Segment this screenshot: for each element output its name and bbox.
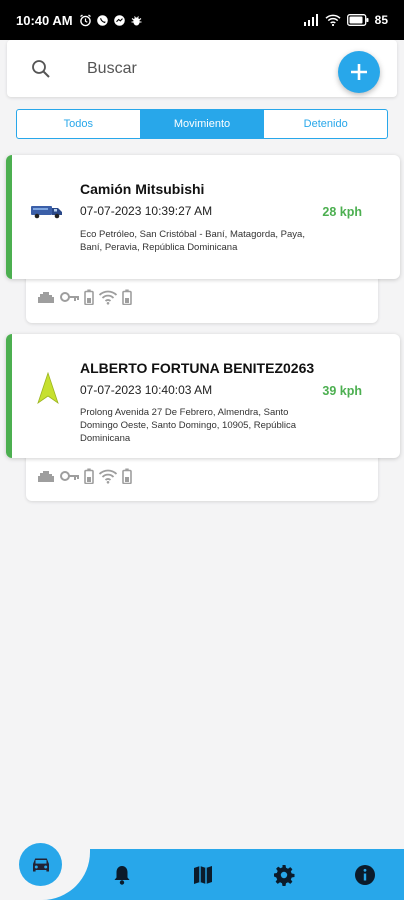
- wifi-status-icon: [325, 14, 341, 26]
- key-icon: [60, 469, 80, 488]
- wifi-icon: [98, 468, 118, 489]
- vehicle-name: Camión Mitsubishi: [80, 181, 205, 197]
- alarm-icon: [79, 13, 91, 26]
- status-bar: 10:40 AM 85: [0, 0, 404, 40]
- nav-map-button[interactable]: [191, 863, 215, 887]
- navigation-arrow-icon: [36, 371, 60, 409]
- battery-icon: [84, 468, 94, 489]
- bell-icon: [114, 866, 130, 885]
- vehicle-speed: 28 kph: [322, 205, 362, 219]
- wifi-icon: [98, 289, 118, 310]
- truck-icon: [30, 203, 64, 224]
- status-time: 10:40 AM: [16, 12, 73, 28]
- status-icons-row: [36, 468, 132, 489]
- tab-movimiento[interactable]: Movimiento: [139, 110, 264, 138]
- engine-icon: [36, 289, 56, 310]
- vehicle-name: ALBERTO FORTUNA BENITEZ0263: [80, 360, 315, 376]
- key-icon: [60, 290, 80, 309]
- nav-info-button[interactable]: [353, 863, 377, 887]
- nav-alerts-button[interactable]: [110, 863, 134, 887]
- vehicle-datetime: 07-07-2023 10:39:27 AM: [80, 204, 213, 218]
- battery-percentage: 85: [374, 13, 388, 27]
- info-icon: [355, 865, 375, 885]
- messenger-icon: [113, 14, 125, 26]
- battery-status-icon: [346, 14, 369, 26]
- gear-icon: [274, 865, 295, 886]
- vehicle-card-1[interactable]: Camión Mitsubishi 07-07-2023 10:39:27 AM…: [6, 155, 400, 279]
- status-left-icons: [79, 13, 143, 27]
- status-icons-row: [36, 289, 132, 310]
- tab-detenido[interactable]: Detenido: [263, 110, 387, 138]
- car-icon: [32, 858, 49, 871]
- status-right: 85: [303, 13, 388, 27]
- moving-indicator: [6, 334, 12, 458]
- search-input[interactable]: [87, 58, 327, 80]
- battery-small-icon: [122, 289, 132, 310]
- nav-vehicles-button[interactable]: [19, 843, 62, 886]
- whatsapp-icon: [96, 14, 108, 26]
- bug-icon: [131, 15, 142, 25]
- plus-icon: [351, 64, 367, 80]
- tab-todos[interactable]: Todos: [17, 110, 140, 138]
- vehicle-speed: 39 kph: [322, 384, 362, 398]
- add-button[interactable]: [338, 51, 380, 93]
- vehicle-address: Prolong Avenida 27 De Febrero, Almendra,…: [80, 407, 296, 444]
- map-icon: [194, 866, 212, 884]
- filter-tabs: Todos Movimiento Detenido: [16, 109, 388, 139]
- vehicle-card-2[interactable]: ALBERTO FORTUNA BENITEZ0263 07-07-2023 1…: [6, 334, 400, 458]
- vehicle-datetime: 07-07-2023 10:40:03 AM: [80, 383, 213, 397]
- signal-icon: [303, 14, 318, 26]
- battery-small-icon: [122, 468, 132, 489]
- engine-icon: [36, 468, 56, 489]
- moving-indicator: [6, 155, 12, 279]
- search-icon[interactable]: [31, 59, 51, 79]
- vehicle-address: Eco Petróleo, San Cristóbal - Baní, Mata…: [80, 229, 305, 253]
- nav-settings-button[interactable]: [272, 863, 296, 887]
- battery-icon: [84, 289, 94, 310]
